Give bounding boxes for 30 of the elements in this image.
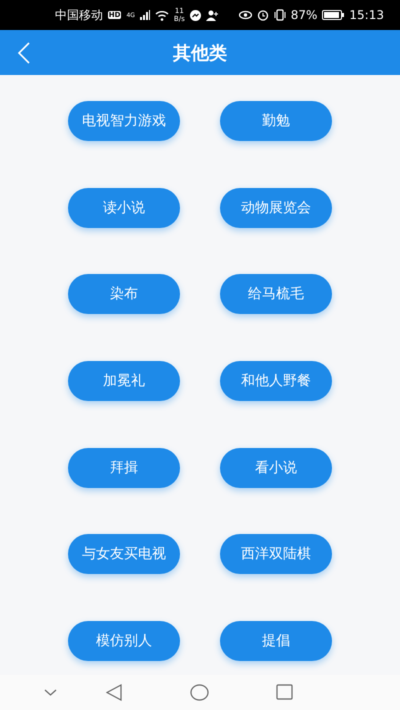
activity-button[interactable]: 电视智力游戏: [68, 101, 180, 141]
clock-time: 15:13: [349, 8, 384, 22]
wifi-icon: [154, 10, 169, 20]
home-icon[interactable]: [190, 684, 209, 701]
battery-icon: [322, 10, 344, 20]
activity-button[interactable]: 西洋双陆棋: [220, 534, 332, 574]
page-title: 其他类: [173, 42, 227, 64]
back-icon[interactable]: [106, 684, 123, 701]
activity-button[interactable]: 染布: [68, 274, 180, 314]
activity-button[interactable]: 与女友买电视: [68, 534, 180, 574]
carrier-name: 中国移动: [54, 6, 103, 24]
alarm-icon: [256, 9, 269, 21]
vibrate-icon: [274, 9, 286, 21]
activity-button[interactable]: 和他人野餐: [220, 361, 332, 402]
activity-button[interactable]: 看小说: [220, 448, 332, 488]
activity-button[interactable]: 提倡: [220, 621, 332, 662]
activity-button[interactable]: 动物展览会: [220, 188, 332, 228]
messenger-icon: [190, 10, 201, 20]
collapse-icon[interactable]: [44, 689, 57, 696]
battery-percent: 87%: [290, 8, 318, 22]
activity-button[interactable]: 给马梳毛: [220, 274, 332, 314]
activity-button[interactable]: 读小说: [68, 188, 180, 228]
person-icon: [206, 10, 219, 20]
eye-icon: [238, 10, 252, 20]
signal-icon: [140, 10, 150, 20]
activity-button[interactable]: 勤勉: [220, 101, 332, 141]
activity-button[interactable]: 拜揖: [68, 448, 180, 488]
activity-button[interactable]: 加冕礼: [68, 361, 180, 402]
recent-apps-icon[interactable]: [276, 684, 293, 701]
activity-button[interactable]: 模仿别人: [68, 621, 180, 662]
